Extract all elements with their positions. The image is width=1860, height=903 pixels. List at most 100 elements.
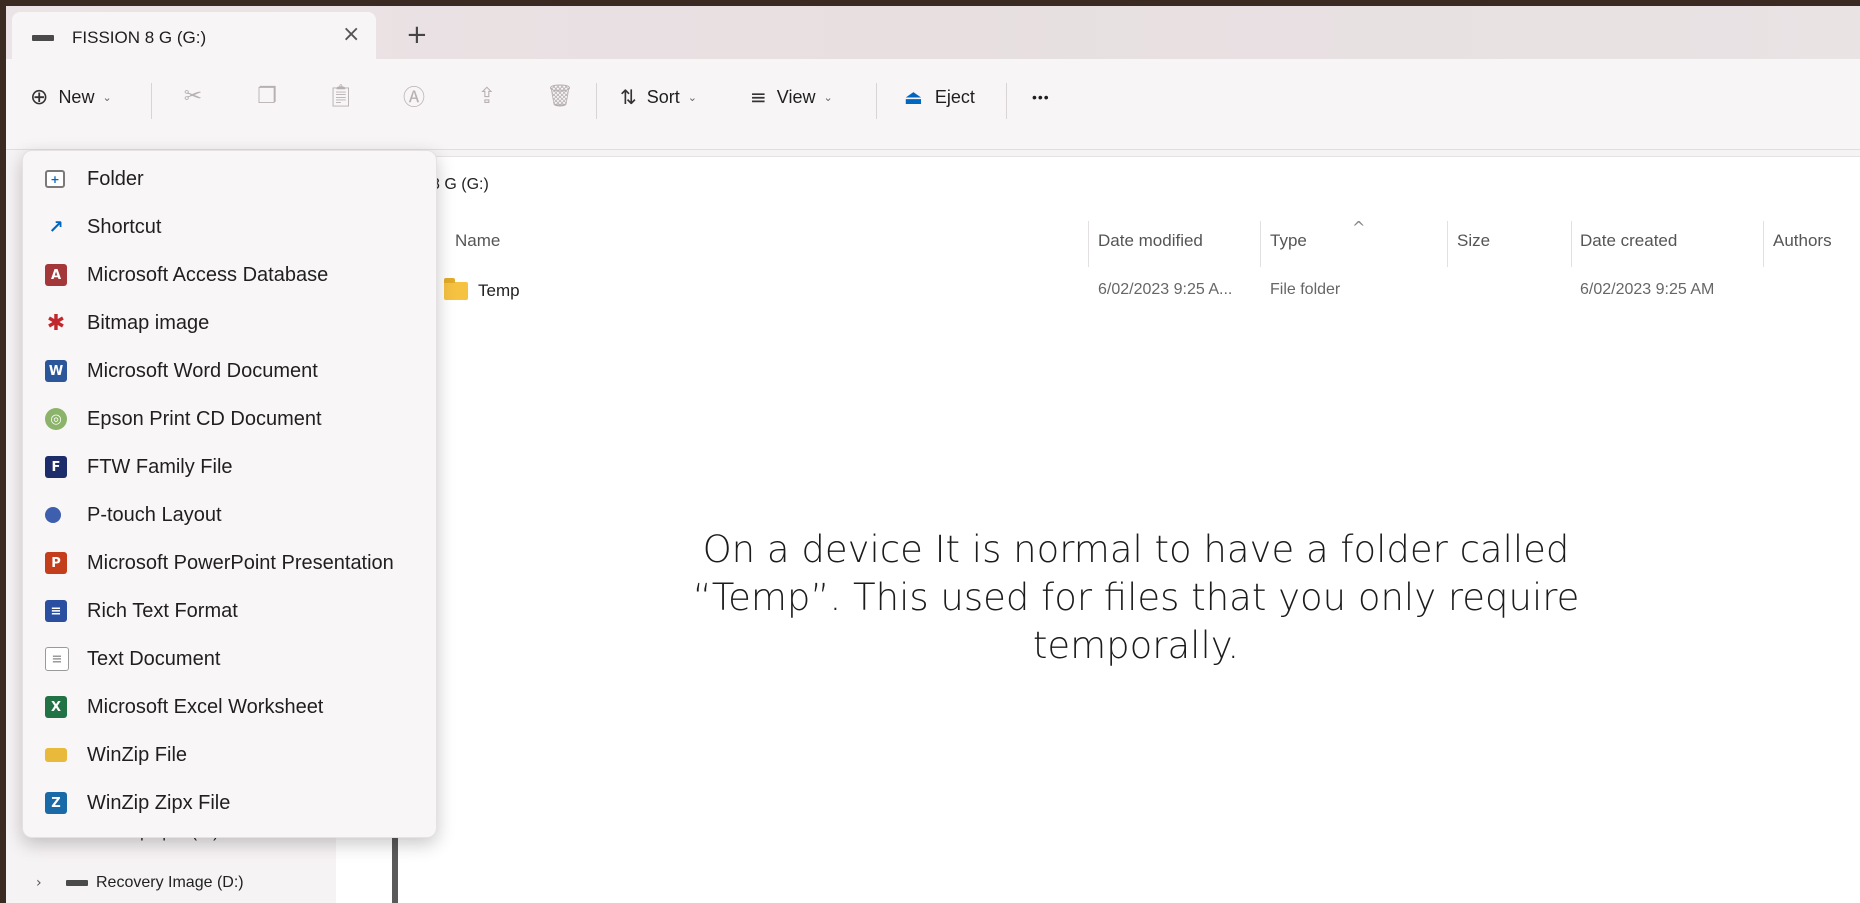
winzip-zipx-icon: Z (45, 792, 67, 814)
chevron-down-icon: ⌄ (823, 91, 833, 104)
menu-item-folder[interactable]: + Folder (23, 157, 436, 201)
menu-item-winzip[interactable]: WinZip File (23, 733, 436, 777)
command-bar: ⊕ New ⌄ ✂ ❐ 📋︎ Ⓐ ⇪ 🗑︎ ⇅ Sort ⌄ ≡ View ⌄ … (6, 59, 1860, 150)
close-tab-icon[interactable]: × (342, 22, 360, 47)
column-header-date-created[interactable]: Date created (1580, 231, 1677, 251)
new-item-menu: + Folder ↗ Shortcut A Microsoft Access D… (22, 150, 437, 838)
plus-circle-icon: ⊕ (30, 84, 49, 110)
caption-text: On a device It is normal to have a folde… (686, 526, 1586, 670)
tab-title: FISSION 8 G (G:) (72, 28, 207, 47)
caption-line: “Temp”. This used for files that you onl… (692, 576, 1580, 619)
sort-caret-icon: ^ (1352, 218, 1366, 237)
more-icon: ••• (1032, 89, 1050, 105)
folder-icon (444, 278, 468, 300)
toolbar-divider (1006, 83, 1007, 119)
row-type: File folder (1270, 281, 1341, 298)
cut-icon[interactable]: ✂ (178, 81, 208, 111)
menu-item-excel[interactable]: X Microsoft Excel Worksheet (23, 685, 436, 729)
menu-item-ptouch[interactable]: P-touch Layout (23, 493, 436, 537)
address-bar[interactable]: l 8 G (G:) (366, 156, 1860, 214)
menu-item-access[interactable]: A Microsoft Access Database (23, 253, 436, 297)
drive-icon (32, 35, 54, 41)
word-icon: W (45, 360, 67, 382)
nav-item-recovery-image[interactable]: › Recovery Image (D:) (36, 874, 244, 892)
menu-item-label: Epson Print CD Document (87, 407, 322, 430)
share-icon[interactable]: ⇪ (472, 81, 502, 111)
menu-item-label: Microsoft Access Database (87, 263, 329, 286)
toolbar-divider (151, 83, 152, 119)
excel-icon: X (45, 696, 67, 718)
paste-icon[interactable]: 📋︎ (326, 81, 356, 111)
nav-item-label: Recovery Image (D:) (96, 874, 244, 891)
text-doc-icon: ≡ (45, 647, 69, 671)
powerpoint-icon: P (45, 552, 67, 574)
copy-icon[interactable]: ❐ (252, 81, 282, 111)
sort-label: Sort (646, 86, 680, 107)
row-date-modified: 6/02/2023 9:25 A... (1098, 281, 1233, 298)
view-list-icon: ≡ (750, 85, 767, 109)
menu-item-label: Microsoft Excel Worksheet (87, 695, 324, 718)
menu-item-bitmap[interactable]: ✱ Bitmap image (23, 301, 436, 345)
eject-label: Eject (934, 86, 975, 107)
tab-fission-drive[interactable]: FISSION 8 G (G:) × (12, 12, 376, 65)
column-header-date-modified[interactable]: Date modified (1098, 231, 1203, 251)
new-tab-button[interactable]: + (406, 20, 428, 50)
chevron-right-icon: › (36, 875, 42, 891)
menu-item-label: Microsoft PowerPoint Presentation (87, 551, 394, 574)
new-button[interactable]: ⊕ New ⌄ (30, 77, 112, 117)
menu-item-ftw[interactable]: F FTW Family File (23, 445, 436, 489)
delete-icon[interactable]: 🗑︎ (545, 81, 575, 111)
column-header-type[interactable]: Type (1270, 231, 1307, 251)
tab-strip: FISSION 8 G (G:) × + (6, 6, 1860, 65)
menu-item-shortcut[interactable]: ↗ Shortcut (23, 205, 436, 249)
menu-item-label: Microsoft Word Document (87, 359, 318, 382)
caption-line: temporally. (1032, 624, 1240, 667)
view-label: View (776, 86, 816, 107)
menu-item-label: Folder (87, 167, 144, 190)
column-divider[interactable] (1260, 221, 1261, 267)
drive-icon (66, 880, 88, 886)
winzip-icon (45, 748, 67, 762)
menu-item-powerpoint[interactable]: P Microsoft PowerPoint Presentation (23, 541, 436, 585)
chevron-down-icon: ⌄ (687, 91, 697, 104)
menu-item-rtf[interactable]: ≡ Rich Text Format (23, 589, 436, 633)
chevron-down-icon: ⌄ (102, 91, 112, 104)
row-name[interactable]: Temp (478, 281, 520, 301)
menu-item-label: Bitmap image (87, 311, 210, 334)
sort-icon: ⇅ (620, 85, 637, 109)
row-date-created: 6/02/2023 9:25 AM (1580, 281, 1715, 298)
sort-button[interactable]: ⇅ Sort ⌄ (620, 77, 697, 117)
toolbar-divider (596, 83, 597, 119)
column-header-authors[interactable]: Authors (1773, 231, 1832, 251)
menu-item-text[interactable]: ≡ Text Document (23, 637, 436, 681)
file-explorer-window: FISSION 8 G (G:) × + ⊕ New ⌄ ✂ ❐ 📋︎ Ⓐ ⇪ … (6, 6, 1860, 903)
column-header-name[interactable]: Name (455, 231, 500, 251)
menu-item-label: FTW Family File (87, 455, 233, 478)
menu-item-label: Shortcut (87, 215, 162, 238)
menu-item-label: Rich Text Format (87, 599, 238, 622)
column-divider[interactable] (1088, 221, 1089, 267)
eject-button[interactable]: ⏏ Eject (904, 77, 975, 117)
more-options-button[interactable]: ••• (1032, 77, 1050, 117)
folder-new-icon: + (45, 170, 65, 188)
caption-line: On a device It is normal to have a folde… (702, 528, 1570, 571)
column-divider[interactable] (1763, 221, 1764, 267)
view-button[interactable]: ≡ View ⌄ (750, 77, 833, 117)
column-header-size[interactable]: Size (1457, 231, 1490, 251)
rename-icon[interactable]: Ⓐ (399, 81, 429, 111)
menu-item-epson[interactable]: ◎ Epson Print CD Document (23, 397, 436, 441)
bitmap-icon: ✱ (46, 310, 66, 336)
menu-item-label: WinZip File (87, 743, 188, 766)
rtf-icon: ≡ (45, 600, 67, 622)
new-label: New (58, 86, 95, 107)
ftw-icon: F (45, 456, 67, 478)
epson-cd-icon: ◎ (45, 408, 67, 430)
menu-item-word[interactable]: W Microsoft Word Document (23, 349, 436, 393)
column-divider[interactable] (1447, 221, 1448, 267)
menu-item-winzip-zipx[interactable]: Z WinZip Zipx File (23, 781, 436, 825)
access-icon: A (45, 264, 67, 286)
toolbar-divider (876, 83, 877, 119)
menu-item-label: Text Document (87, 647, 221, 670)
eject-icon: ⏏ (904, 85, 923, 109)
column-divider[interactable] (1571, 221, 1572, 267)
